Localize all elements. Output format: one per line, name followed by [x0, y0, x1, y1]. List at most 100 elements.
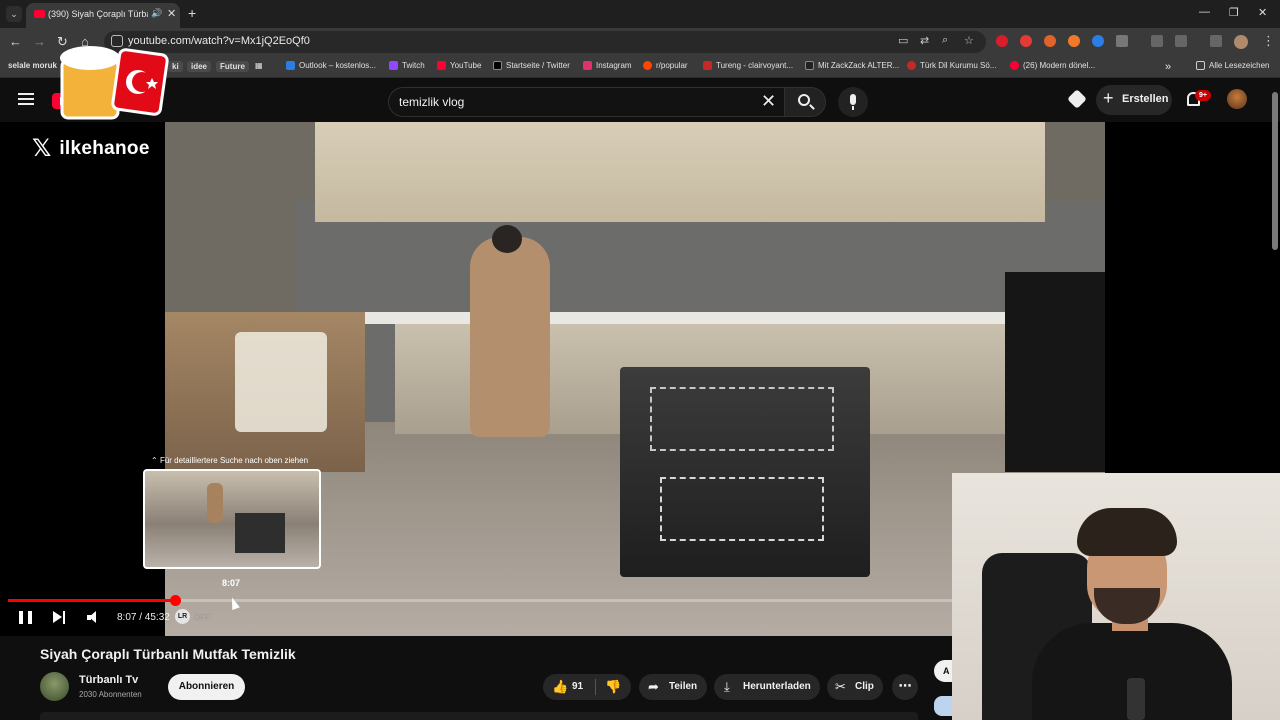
- bookmark-star-icon[interactable]: ☆: [964, 34, 974, 47]
- apps-grid-icon[interactable]: ▦: [255, 61, 263, 70]
- bookmark-label: Instagram: [596, 61, 632, 70]
- youtube-masthead: temizlik vlog ✕ + Erstellen: [0, 78, 1280, 122]
- new-tab-plus-icon[interactable]: +: [188, 5, 196, 21]
- media-controls-icon[interactable]: [1210, 35, 1222, 47]
- kitchen-countertop: [315, 312, 1075, 324]
- x-handle-name: ilkehanoe: [59, 137, 150, 159]
- youtube-favicon-icon: [34, 10, 45, 18]
- bookmark-item[interactable]: selale moruk: [8, 61, 57, 70]
- person-figure: [470, 225, 550, 437]
- search-button[interactable]: [784, 87, 826, 117]
- channel-name[interactable]: Türbanlı Tv: [79, 674, 138, 686]
- streamer-webcam-overlay: [952, 473, 1280, 720]
- guide-menu-icon[interactable]: [18, 93, 34, 105]
- browser-tabstrip: ⌄ (390) Siyah Çoraplı Türbanlı 🔊 ✕ + — ❐…: [0, 0, 1280, 28]
- progress-played: [8, 599, 176, 602]
- tureng-icon: [703, 61, 712, 70]
- extension-adblock-icon[interactable]: [1020, 35, 1032, 47]
- tab-audio-icon[interactable]: 🔊: [151, 8, 162, 19]
- bookmark-label: idee: [187, 61, 212, 72]
- bookmark-item[interactable]: Mit ZackZack ALTER...: [805, 61, 899, 70]
- forward-arrow-icon[interactable]: →: [33, 34, 46, 49]
- subscriber-count: 2030 Abonnenten: [79, 690, 142, 699]
- browser-tab-active[interactable]: (390) Siyah Çoraplı Türbanlı 🔊 ✕: [26, 3, 180, 28]
- bookmark-item[interactable]: Future: [216, 61, 249, 72]
- tab-group-icon[interactable]: [1175, 35, 1187, 47]
- microphone: [1127, 678, 1145, 720]
- zackzack-icon: [805, 61, 814, 70]
- bookmark-item[interactable]: Instagram: [583, 61, 632, 70]
- description-box[interactable]: [40, 712, 918, 720]
- extension-red-icon[interactable]: [996, 35, 1008, 47]
- thumbs-down-icon[interactable]: 👎: [605, 679, 621, 695]
- voice-search-button[interactable]: [838, 87, 868, 117]
- bookmark-item[interactable]: r/popular: [643, 61, 688, 70]
- cast-icon[interactable]: ▭: [898, 34, 908, 47]
- bookmark-label: ki: [168, 61, 183, 72]
- bookmark-item[interactable]: Twitch: [389, 61, 425, 70]
- browser-profile-avatar[interactable]: [1234, 35, 1248, 49]
- bookmarks-overflow-icon[interactable]: »: [1165, 61, 1171, 73]
- all-bookmarks-folder[interactable]: Alle Lesezeichen: [1196, 61, 1269, 70]
- window-restore-icon[interactable]: ❐: [1229, 6, 1239, 19]
- extension-orange-icon[interactable]: [1068, 35, 1080, 47]
- thumbs-up-icon[interactable]: 👍: [552, 679, 568, 695]
- page-scrollbar[interactable]: [1272, 92, 1278, 250]
- subscribe-button[interactable]: Abonnieren: [168, 674, 245, 700]
- bookmark-label: (26) Modern dönel...: [1023, 61, 1096, 70]
- browser-menu-icon[interactable]: ⋮: [1262, 33, 1275, 49]
- window-minimize-icon[interactable]: —: [1199, 6, 1210, 18]
- share-arrow-icon: ➦: [648, 679, 659, 694]
- bookmark-item[interactable]: (26) Modern dönel...: [1010, 61, 1095, 70]
- progress-bar[interactable]: [8, 595, 952, 606]
- side-panel-thumbnail[interactable]: [934, 696, 952, 716]
- channel-avatar[interactable]: [40, 672, 69, 701]
- window-close-icon[interactable]: ✕: [1258, 6, 1267, 19]
- like-divider: [595, 679, 596, 695]
- back-arrow-icon[interactable]: ←: [9, 34, 22, 49]
- pause-button[interactable]: [19, 611, 32, 624]
- search-icon: [798, 94, 810, 106]
- search-clear-icon[interactable]: ✕: [761, 91, 776, 112]
- search-query[interactable]: temizlik vlog: [399, 95, 464, 109]
- bookmark-label: Twitch: [402, 61, 425, 70]
- bookmark-item[interactable]: ki: [168, 61, 183, 72]
- streamer-hair: [1077, 508, 1177, 556]
- zoom-icon[interactable]: ⌕: [942, 34, 948, 47]
- address-bar[interactable]: youtube.com/watch?v=Mx1jQ2EoQf0 ▭ ⇄ ⌕ ☆: [104, 31, 986, 53]
- account-avatar[interactable]: [1227, 89, 1247, 109]
- extension-state-label: OFF: [194, 613, 210, 622]
- language-reactor-extension-button[interactable]: LR: [175, 609, 190, 624]
- more-actions-icon[interactable]: ⋯: [892, 674, 918, 700]
- extension-blue-icon[interactable]: [1092, 35, 1104, 47]
- tab-close-icon[interactable]: ✕: [167, 7, 176, 20]
- reading-list-icon[interactable]: [1151, 35, 1163, 47]
- download-icon: ⤓: [724, 679, 730, 694]
- x-logo-icon: 𝕏: [32, 135, 52, 162]
- instagram-icon: [583, 61, 592, 70]
- translate-icon[interactable]: ⇄: [920, 34, 929, 47]
- like-count[interactable]: 91: [572, 681, 583, 692]
- bookmark-label: Mit ZackZack ALTER...: [818, 61, 900, 70]
- tab-title: (390) Siyah Çoraplı Türbanlı: [48, 9, 148, 19]
- next-video-button[interactable]: [53, 611, 66, 624]
- download-button[interactable]: ⤓ Herunterladen: [714, 674, 820, 700]
- side-panel-tab[interactable]: A: [934, 660, 952, 682]
- extension-fox-icon[interactable]: [1044, 35, 1056, 47]
- create-button[interactable]: + Erstellen: [1096, 85, 1172, 115]
- bookmark-item[interactable]: Türk Dil Kurumu Sö...: [907, 61, 996, 70]
- bookmark-item[interactable]: idee: [187, 61, 212, 72]
- bookmark-item[interactable]: Outlook – kostenlos...: [286, 61, 376, 70]
- tab-search-chevron-icon[interactable]: ⌄: [6, 6, 22, 22]
- clip-button[interactable]: ✂ Clip: [827, 674, 883, 700]
- bookmark-item[interactable]: Startseite / Twitter: [493, 61, 570, 70]
- search-input[interactable]: temizlik vlog ✕: [388, 87, 786, 117]
- ai-sparkle-icon[interactable]: [1067, 89, 1087, 109]
- volume-button[interactable]: [87, 611, 101, 624]
- bookmark-item[interactable]: Tureng - clairvoyant...: [703, 61, 793, 70]
- scrub-hint-text: Für detailliertere Suche nach oben ziehe…: [159, 456, 309, 465]
- bookmark-item[interactable]: YouTube: [437, 61, 481, 70]
- bookmark-label: Future: [216, 61, 249, 72]
- extensions-puzzle-icon[interactable]: [1116, 35, 1128, 47]
- share-button[interactable]: ➦ Teilen: [639, 674, 707, 700]
